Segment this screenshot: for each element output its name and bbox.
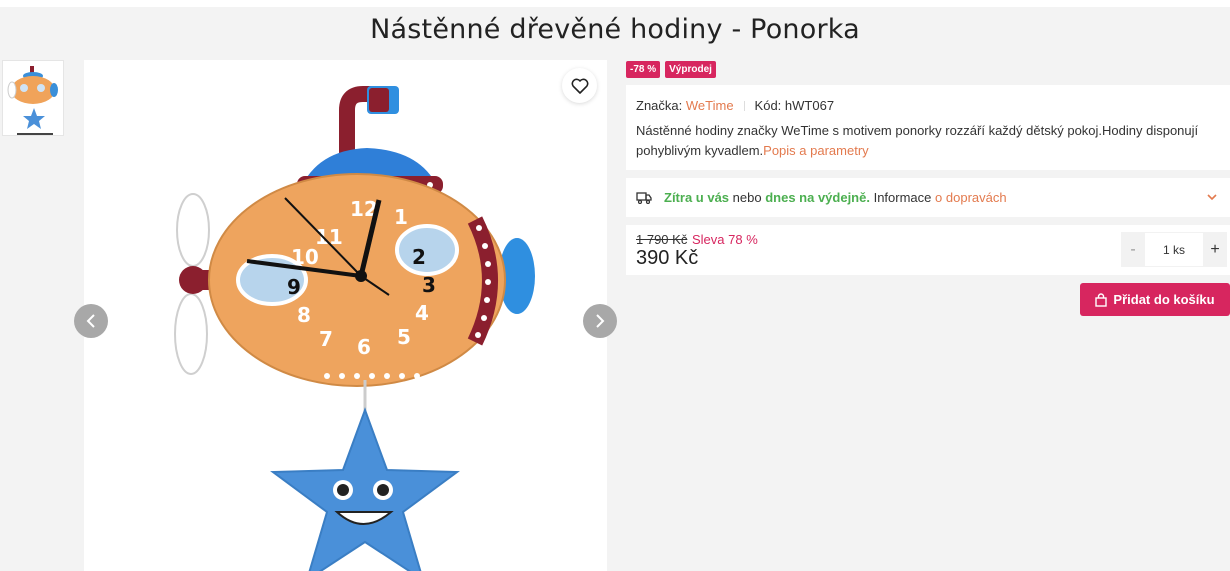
- chevron-left-icon: [86, 314, 95, 328]
- product-gallery: 12 1 2 3 4 5 6 7 8 9 10 11: [84, 60, 607, 571]
- clock-number-6: 6: [357, 335, 371, 359]
- discount-badge: -78 %: [626, 61, 661, 78]
- chevron-right-icon: [596, 314, 605, 328]
- clock-number-8: 8: [297, 303, 311, 327]
- page-title: Nástěnné dřevěné hodiny - Ponorka: [370, 14, 860, 45]
- gallery-next-button[interactable]: [583, 304, 617, 338]
- description-text: Nástěnné hodiny značky WeTime s motivem …: [636, 123, 1199, 158]
- quantity-stepper: - 1 ks +: [1121, 232, 1227, 267]
- add-to-cart-label: Přidat do košíku: [1113, 292, 1215, 307]
- delivery-info[interactable]: Zítra u vás nebo dnes na výdejně. Inform…: [626, 178, 1230, 217]
- brand-link[interactable]: WeTime: [686, 96, 734, 116]
- current-price: 390 Kč: [636, 247, 699, 269]
- truck-icon: [636, 191, 652, 204]
- bag-icon: [1095, 292, 1108, 307]
- clock-number-2: 2: [412, 245, 426, 269]
- description-link[interactable]: Popis a parametry: [763, 143, 869, 158]
- clock-number-9: 9: [287, 275, 301, 299]
- thumbnail-active-indicator: [17, 133, 53, 135]
- old-price: 1 790 Kč: [636, 232, 688, 247]
- delivery-today: dnes na výdejně.: [765, 190, 870, 205]
- product-badges: -78 % Výprodej: [626, 61, 716, 78]
- favorite-button[interactable]: [562, 68, 597, 103]
- discount-text: Sleva 78 %: [692, 232, 758, 247]
- clock-number-7: 7: [319, 327, 333, 351]
- product-description: Nástěnné hodiny značky WeTime s motivem …: [636, 121, 1220, 161]
- clock-number-11: 11: [315, 225, 343, 249]
- code-label: Kód:: [754, 98, 782, 113]
- delivery-or: nebo: [732, 190, 762, 205]
- code-value: hWT067: [784, 98, 835, 113]
- quantity-increase-button[interactable]: +: [1203, 232, 1227, 267]
- chevron-down-icon[interactable]: [1206, 191, 1218, 203]
- gallery-prev-button[interactable]: [74, 304, 108, 338]
- delivery-tomorrow: Zítra u vás: [664, 190, 730, 205]
- delivery-info-label: Informace: [873, 190, 932, 205]
- top-bar: [0, 0, 1230, 7]
- product-image: 12 1 2 3 4 5 6 7 8 9 10 11: [174, 86, 535, 571]
- meta-separator: [743, 101, 745, 111]
- clock-number-5: 5: [397, 325, 411, 349]
- quantity-input[interactable]: 1 ks: [1145, 233, 1203, 266]
- add-to-cart-button[interactable]: Přidat do košíku: [1080, 283, 1230, 316]
- heart-icon: [571, 78, 588, 94]
- thumbnail-picture: [7, 66, 58, 129]
- quantity-decrease-button[interactable]: -: [1121, 232, 1145, 267]
- clock-number-1: 1: [394, 205, 408, 229]
- thumbnail-image[interactable]: [2, 60, 64, 136]
- product-info: Značka: WeTime Kód: hWT067 Nástěnné hodi…: [626, 85, 1230, 170]
- price-panel: 1 790 Kč Sleva 78 % 390 Kč - 1 ks +: [626, 225, 1230, 275]
- clock-number-3: 3: [422, 273, 436, 297]
- clock-number-4: 4: [415, 301, 429, 325]
- sale-badge: Výprodej: [665, 61, 716, 78]
- delivery-link[interactable]: o dopravách: [935, 190, 1007, 205]
- brand-label: Značka:: [636, 98, 683, 113]
